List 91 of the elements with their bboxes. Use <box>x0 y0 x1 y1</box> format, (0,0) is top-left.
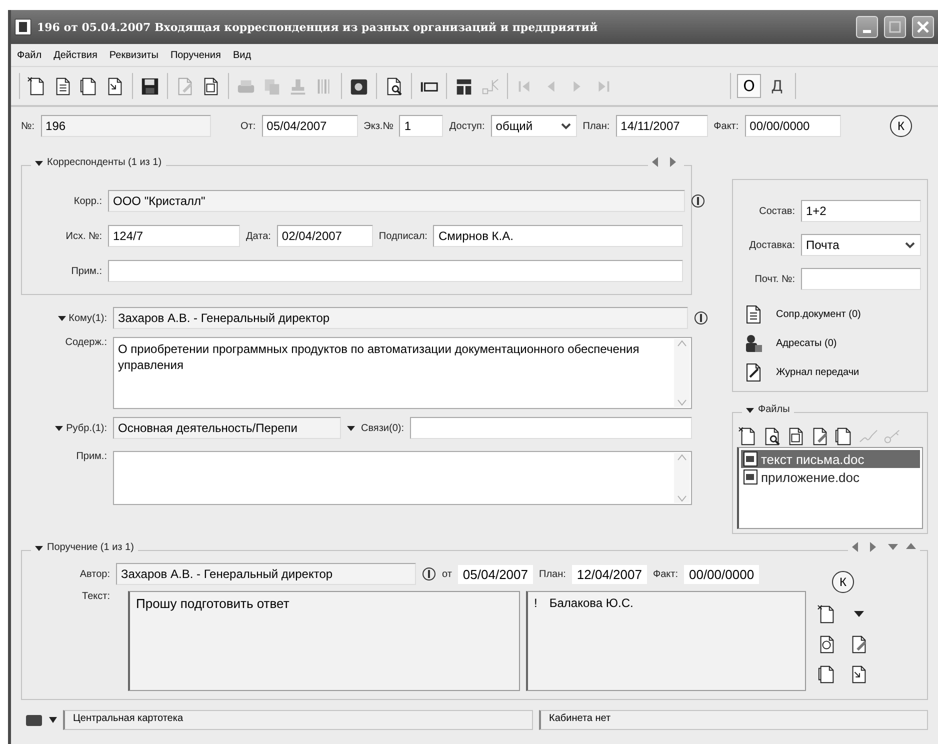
text-box[interactable]: Прошу подготовить ответ <box>128 591 520 691</box>
document-file-icon <box>743 469 759 485</box>
close-button[interactable] <box>912 16 934 38</box>
toggle-button[interactable]: Д <box>765 74 789 98</box>
input-field[interactable]: Захаров А.В. - Генеральный директор <box>113 307 688 329</box>
field-label: Почт. №: <box>754 274 795 284</box>
field-label: Кому(1): <box>68 312 107 324</box>
field-label: от <box>442 568 452 580</box>
input-field[interactable]: 05/04/2007 <box>262 115 358 137</box>
group-title: Корреспонденты (1 из 1) <box>47 157 162 168</box>
field-label: Прим.: <box>70 266 102 276</box>
field-label: План: <box>582 120 610 132</box>
field-label: №: <box>21 120 35 132</box>
maximize-icon <box>889 21 901 33</box>
maximize-button[interactable] <box>884 16 906 38</box>
input-field[interactable] <box>108 260 683 282</box>
field-label: Связи(0): <box>361 422 404 434</box>
field-label: Состав: <box>758 206 795 216</box>
field-label: Прим.: <box>75 451 107 462</box>
group-title: Поручение (1 из 1) <box>47 542 134 553</box>
menu-item[interactable]: Поручения <box>170 50 221 60</box>
field-label: Факт: <box>652 568 678 580</box>
group-title: Файлы <box>758 404 790 415</box>
input-field[interactable]: 124/7 <box>108 225 240 247</box>
date-text: 00/00/0000 <box>684 564 760 584</box>
field-label: Исх. №: <box>64 230 102 242</box>
field-label: Дата: <box>246 230 271 242</box>
scrollbar[interactable] <box>674 339 690 407</box>
file-item[interactable]: приложение.doc <box>741 468 920 486</box>
chevron-up-icon <box>677 339 687 347</box>
field-label: План: <box>539 568 566 580</box>
menu-item[interactable]: Файл <box>17 50 42 60</box>
menu-item[interactable]: Действия <box>54 50 98 60</box>
input-field[interactable]: 1 <box>399 115 444 137</box>
file-item[interactable]: текст письма.doc <box>741 450 920 468</box>
minimize-button[interactable] <box>856 16 878 38</box>
field-label: Доставка: <box>748 240 795 250</box>
date-text: 12/04/2007 <box>572 564 647 584</box>
date-text: 05/04/2007 <box>458 564 533 584</box>
field-label: Экз.№ <box>364 120 394 132</box>
chevron-down-icon <box>677 399 687 407</box>
input-field[interactable]: Захаров А.В. - Генеральный директор <box>116 563 416 585</box>
app-icon <box>15 19 31 35</box>
field-label: Автор: <box>78 568 110 580</box>
chevron-up-icon <box>677 453 687 461</box>
window-title: 196 от 05.04.2007 Входящая корреспонденция из разных организаций и предприятий <box>37 20 599 34</box>
k-button[interactable]: К <box>890 115 912 137</box>
input-field[interactable]: ООО "Кристалл" <box>108 190 685 212</box>
chevron-down-icon <box>677 495 687 503</box>
input-field[interactable]: 00/00/0000 <box>744 115 841 137</box>
caret-down-icon <box>854 610 864 618</box>
close-icon <box>917 21 929 33</box>
status-pane: Центральная картотека <box>63 710 533 730</box>
caret-down-icon <box>49 717 57 723</box>
field-label: Доступ: <box>449 120 485 132</box>
menu-item[interactable]: Вид <box>232 50 252 60</box>
text-area[interactable]: О приобретении программных продуктов по автоматизации документационного обеспечения управления <box>113 337 692 409</box>
input-field[interactable]: Основная деятельность/Перепи <box>113 417 341 439</box>
toggle-button[interactable]: О <box>737 74 761 98</box>
input-field[interactable]: Смирнов К.А. <box>433 225 683 247</box>
arrow-down-icon <box>888 542 898 552</box>
scrollbar[interactable] <box>674 453 690 503</box>
action-link[interactable]: Журнал передачи <box>739 360 921 385</box>
info-icon <box>694 311 708 325</box>
input-field[interactable]: 14/11/2007 <box>616 115 708 137</box>
input-field[interactable]: 02/04/2007 <box>276 225 373 247</box>
field-label: Корр.: <box>72 196 102 206</box>
info-icon <box>691 194 705 208</box>
field-label: Рубр.(1): <box>66 422 107 434</box>
action-link[interactable]: Сопр.документ (0) <box>739 302 921 327</box>
field-label: От: <box>240 120 256 132</box>
menu-item[interactable]: Реквизиты <box>109 50 158 60</box>
input-field[interactable]: 1+2 <box>801 200 921 222</box>
status-pane: Кабинета нет <box>539 710 928 730</box>
input-field[interactable] <box>801 268 921 290</box>
arrow-up-icon <box>906 542 916 552</box>
input-field[interactable] <box>410 417 692 439</box>
input-field[interactable]: 196 <box>40 115 211 137</box>
document-file-icon <box>743 451 759 467</box>
action-link[interactable]: Адресаты (0) <box>739 331 921 356</box>
people-icon <box>743 333 764 354</box>
field-label: Факт: <box>714 120 739 132</box>
executor-item[interactable]: ! Балакова Ю.С. <box>534 596 799 610</box>
minimize-icon <box>863 30 871 33</box>
dropdown-field[interactable]: общий <box>490 115 577 137</box>
field-label: Текст: <box>81 591 110 602</box>
k-button[interactable]: К <box>832 571 854 593</box>
info-icon <box>422 567 436 581</box>
field-label: Подписал: <box>378 230 428 242</box>
field-label: Содерж.: <box>64 337 107 348</box>
dropdown-field[interactable]: Почта <box>801 234 921 256</box>
